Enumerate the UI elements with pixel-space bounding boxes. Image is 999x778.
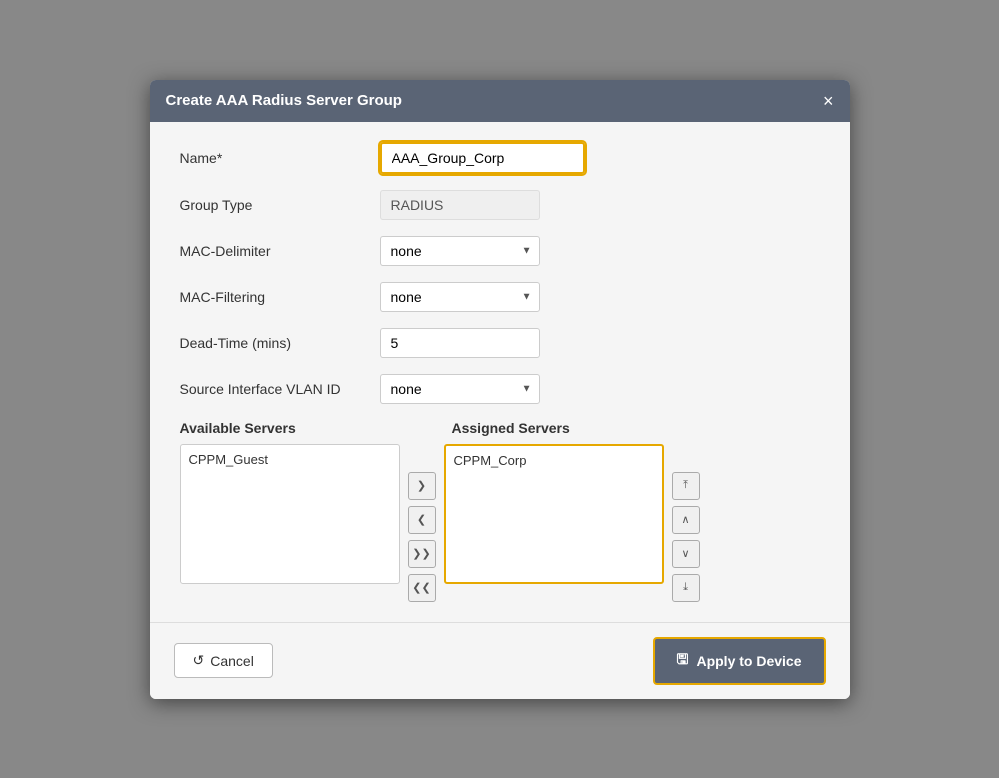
mac-delimiter-label: MAC-Delimiter [180,243,380,259]
list-item[interactable]: CPPM_Guest [185,449,395,470]
available-servers-list[interactable]: CPPM_Guest [180,444,400,584]
name-row: Name* [180,142,820,174]
cancel-button[interactable]: ↺ Cancel [174,643,273,678]
group-type-row: Group Type RADIUS [180,190,820,220]
mac-filtering-label: MAC-Filtering [180,289,380,305]
dialog-body: Name* Group Type RADIUS MAC-Delimiter no… [150,122,850,622]
dialog-footer: ↺ Cancel 🖫 Apply to Device [150,622,850,699]
dead-time-label: Dead-Time (mins) [180,335,380,351]
servers-labels: Available Servers Assigned Servers [180,420,820,436]
mac-filtering-row: MAC-Filtering none ▼ [180,282,820,312]
apply-label: Apply to Device [696,653,801,669]
source-interface-label: Source Interface VLAN ID [180,381,380,397]
source-interface-select[interactable]: none [380,374,540,404]
apply-to-device-button[interactable]: 🖫 Apply to Device [653,637,826,685]
assigned-servers-list[interactable]: CPPM_Corp [444,444,664,584]
mac-delimiter-wrapper: none ▼ [380,236,540,266]
available-servers-label: Available Servers [180,420,296,436]
remove-server-button[interactable]: ❮ [408,506,436,534]
create-aaa-dialog: Create AAA Radius Server Group × Name* G… [150,80,850,699]
group-type-value: RADIUS [380,190,540,220]
mac-delimiter-row: MAC-Delimiter none ▼ [180,236,820,266]
transfer-buttons: ❯ ❮ ❯❯ ❮❮ [408,444,436,602]
dead-time-input[interactable] [380,328,540,358]
dialog-title: Create AAA Radius Server Group [166,92,402,109]
assigned-servers-label: Assigned Servers [452,420,570,436]
cancel-label: Cancel [210,653,254,669]
servers-controls-row: CPPM_Guest ❯ ❮ ❯❯ ❮❮ CPPM_Corp ⤒ ∧ ∨ [180,444,820,602]
name-input[interactable] [380,142,585,174]
move-up-button[interactable]: ∧ [672,506,700,534]
list-item[interactable]: CPPM_Corp [450,450,658,471]
name-label: Name* [180,150,380,166]
source-interface-wrapper: none ▼ [380,374,540,404]
add-all-servers-button[interactable]: ❯❯ [408,540,436,568]
mac-filtering-wrapper: none ▼ [380,282,540,312]
order-buttons: ⤒ ∧ ∨ ⤓ [672,444,700,602]
apply-icon: 🖫 [677,649,689,673]
dialog-header: Create AAA Radius Server Group × [150,80,850,122]
move-down-button[interactable]: ∨ [672,540,700,568]
cancel-icon: ↺ [193,652,205,669]
group-type-label: Group Type [180,197,380,213]
remove-all-servers-button[interactable]: ❮❮ [408,574,436,602]
dead-time-row: Dead-Time (mins) [180,328,820,358]
source-interface-row: Source Interface VLAN ID none ▼ [180,374,820,404]
mac-delimiter-select[interactable]: none [380,236,540,266]
servers-section: Available Servers Assigned Servers CPPM_… [180,420,820,602]
mac-filtering-select[interactable]: none [380,282,540,312]
move-bottom-button[interactable]: ⤓ [672,574,700,602]
add-server-button[interactable]: ❯ [408,472,436,500]
close-button[interactable]: × [823,92,834,110]
move-top-button[interactable]: ⤒ [672,472,700,500]
